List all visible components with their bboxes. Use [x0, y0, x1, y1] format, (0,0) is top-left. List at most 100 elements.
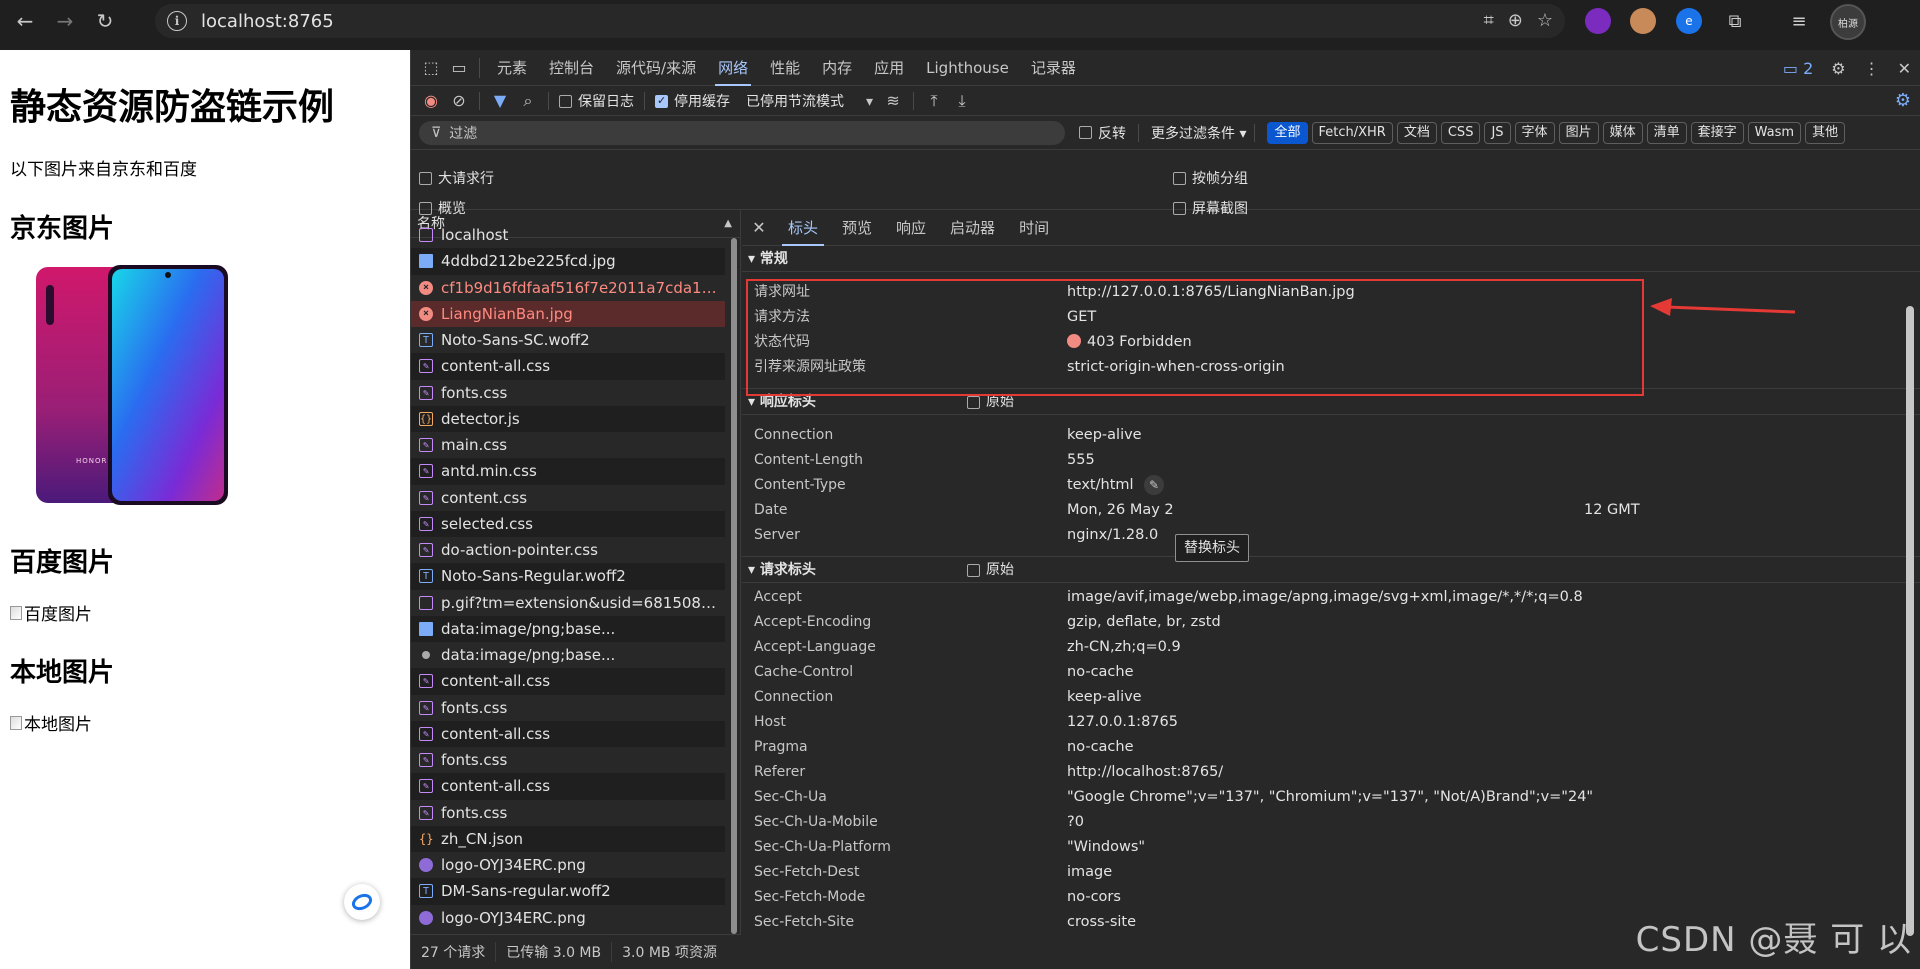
zoom-icon[interactable]: ⊕	[1508, 10, 1523, 31]
tab-0[interactable]: 元素	[486, 50, 538, 86]
extension-e-icon[interactable]: e	[1676, 8, 1702, 34]
tab-4[interactable]: 性能	[759, 50, 811, 86]
header-value[interactable]: nginx/1.28.0	[1067, 523, 1158, 548]
header-value[interactable]: no-cors	[1067, 885, 1121, 910]
request-row[interactable]: × LiangNianBan.jpg	[411, 300, 725, 327]
invert-checkbox[interactable]: 反转	[1079, 123, 1126, 143]
header-value[interactable]: cross-site	[1067, 910, 1136, 935]
detail-tab-2[interactable]: 响应	[884, 210, 938, 246]
header-value[interactable]: keep-alive	[1067, 685, 1142, 710]
settings-gear-icon[interactable]: ⚙	[1831, 59, 1845, 78]
filter-chip-5[interactable]: 字体	[1514, 121, 1555, 144]
header-value[interactable]: Mon, 26 May 2	[1067, 498, 1174, 523]
filter-chip-3[interactable]: CSS	[1440, 121, 1481, 144]
bookmark-star-icon[interactable]: ☆	[1537, 10, 1553, 31]
filter-chip-10[interactable]: Wasm	[1747, 121, 1802, 144]
header-value[interactable]: 127.0.0.1:8765	[1067, 710, 1178, 735]
request-row[interactable]: p.gif?tm=extension&usid=68150817...	[411, 590, 725, 616]
extension-brain-icon[interactable]	[1585, 8, 1611, 34]
address-url[interactable]: localhost:8765	[201, 11, 334, 32]
header-value[interactable]: gzip, deflate, br, zstd	[1067, 610, 1221, 635]
request-row[interactable]: ✎ fonts.css	[411, 380, 725, 406]
request-row[interactable]: ✎ antd.min.css	[411, 458, 725, 485]
filter-chip-1[interactable]: Fetch/XHR	[1311, 121, 1393, 144]
filter-chip-6[interactable]: 图片	[1558, 121, 1599, 144]
request-row[interactable]: {} detector.js	[411, 405, 725, 432]
record-stop-icon[interactable]: ◉	[417, 91, 445, 110]
request-row[interactable]: ✎ fonts.css	[411, 695, 725, 721]
disable-cache-checkbox[interactable]: 停用缓存	[655, 91, 730, 111]
translate-icon[interactable]: ⌗	[1484, 10, 1494, 31]
big-request-rows-checkbox[interactable]: 大请求行	[419, 168, 494, 188]
header-value[interactable]: "Windows"	[1067, 835, 1145, 860]
detail-tab-1[interactable]: 预览	[830, 210, 884, 246]
avatar[interactable]: 柏源	[1830, 4, 1866, 40]
header-value[interactable]: zh-CN,zh;q=0.9	[1067, 635, 1181, 660]
header-value[interactable]: no-cache	[1067, 735, 1134, 760]
tab-7[interactable]: Lighthouse	[915, 50, 1020, 86]
request-row[interactable]: ✎ content-all.css	[411, 668, 725, 695]
filter-input[interactable]: ⊽ 过滤	[419, 120, 1065, 145]
request-raw-checkbox[interactable]: 原始	[967, 557, 1014, 583]
network-conditions-icon[interactable]: ≋	[879, 91, 907, 110]
network-settings-gear-icon[interactable]: ⚙	[1895, 90, 1911, 111]
clear-icon[interactable]: ⊘	[445, 91, 473, 110]
site-info-icon[interactable]: i	[167, 11, 187, 31]
extensions-puzzle-icon[interactable]: ⧉	[1722, 8, 1748, 34]
floating-assistant-button[interactable]	[344, 884, 380, 920]
request-row[interactable]: ✎ content-all.css	[411, 720, 725, 747]
filter-chip-0[interactable]: 全部	[1267, 121, 1308, 144]
tab-5[interactable]: 内存	[811, 50, 863, 86]
detail-tab-3[interactable]: 启动器	[938, 210, 1007, 246]
request-row[interactable]: ✎ selected.css	[411, 510, 725, 537]
request-row[interactable]: ✎ content-all.css	[411, 773, 725, 800]
header-value[interactable]: no-cache	[1067, 660, 1134, 685]
issues-icon[interactable]: ▭ 2	[1783, 59, 1813, 78]
tab-1[interactable]: 控制台	[538, 50, 605, 86]
header-value[interactable]: 555	[1067, 448, 1095, 473]
device-toolbar-icon[interactable]: ▭	[445, 58, 473, 77]
request-row[interactable]: ✎ do-action-pointer.css	[411, 537, 725, 563]
filter-chip-9[interactable]: 套接字	[1690, 121, 1744, 144]
address-bar[interactable]: i localhost:8765 ⌗ ⊕ ☆	[155, 4, 1565, 38]
tab-3[interactable]: 网络	[707, 50, 759, 86]
filter-chip-4[interactable]: JS	[1484, 121, 1511, 144]
tab-8[interactable]: 记录器	[1020, 50, 1087, 86]
request-row[interactable]: {} zh_CN.json	[411, 825, 725, 852]
extension-owl-icon[interactable]	[1630, 8, 1656, 34]
request-row[interactable]: localhost	[411, 222, 725, 248]
detail-scrollbar[interactable]	[1906, 306, 1914, 936]
checkbox-icon[interactable]	[559, 95, 572, 108]
header-value[interactable]: text/html	[1067, 473, 1134, 498]
reload-icon[interactable]: ↻	[90, 6, 120, 36]
header-value[interactable]: ?0	[1067, 810, 1084, 835]
general-section-header[interactable]: ▾ 常规	[742, 246, 1920, 272]
checkbox-icon[interactable]	[1079, 126, 1092, 139]
detail-tab-0[interactable]: 标头	[776, 210, 830, 246]
request-row[interactable]: ✎ fonts.css	[411, 800, 725, 826]
more-options-icon[interactable]: ⋮	[1864, 59, 1880, 78]
header-value[interactable]: image/avif,image/webp,image/apng,image/s…	[1067, 585, 1583, 610]
filter-chip-2[interactable]: 文档	[1396, 121, 1437, 144]
request-row[interactable]: × cf1b9d16fdfaaf516f7e2011a7cda1e8f...	[411, 275, 725, 301]
checkbox-icon[interactable]	[1173, 171, 1186, 185]
detail-tab-4[interactable]: 时间	[1007, 210, 1061, 246]
request-row[interactable]: logo-OYJ34ERC.png	[411, 905, 725, 931]
export-har-icon[interactable]: ⤓	[948, 91, 976, 111]
edit-pencil-icon[interactable]: ✎	[1144, 475, 1164, 495]
tab-6[interactable]: 应用	[863, 50, 915, 86]
request-row[interactable]: ✎ content-all.css	[411, 353, 725, 380]
request-headers-section-header[interactable]: ▾ 请求标头 原始	[742, 557, 1920, 583]
close-devtools-icon[interactable]: ✕	[1898, 59, 1911, 78]
filter-chip-7[interactable]: 媒体	[1602, 121, 1643, 144]
search-icon[interactable]: ⌕	[514, 91, 542, 111]
filter-icon[interactable]: ▼	[486, 91, 514, 110]
filter-chip-11[interactable]: 其他	[1805, 121, 1846, 144]
checkbox-icon[interactable]	[967, 563, 980, 577]
request-list-scrollbar[interactable]	[729, 238, 739, 934]
preserve-log-checkbox[interactable]: 保留日志	[559, 91, 634, 111]
import-har-icon[interactable]: ⤒	[920, 91, 948, 111]
header-value[interactable]: "Google Chrome";v="137", "Chromium";v="1…	[1067, 785, 1593, 810]
checkbox-icon[interactable]	[967, 395, 980, 409]
forward-icon[interactable]: →	[50, 6, 80, 36]
